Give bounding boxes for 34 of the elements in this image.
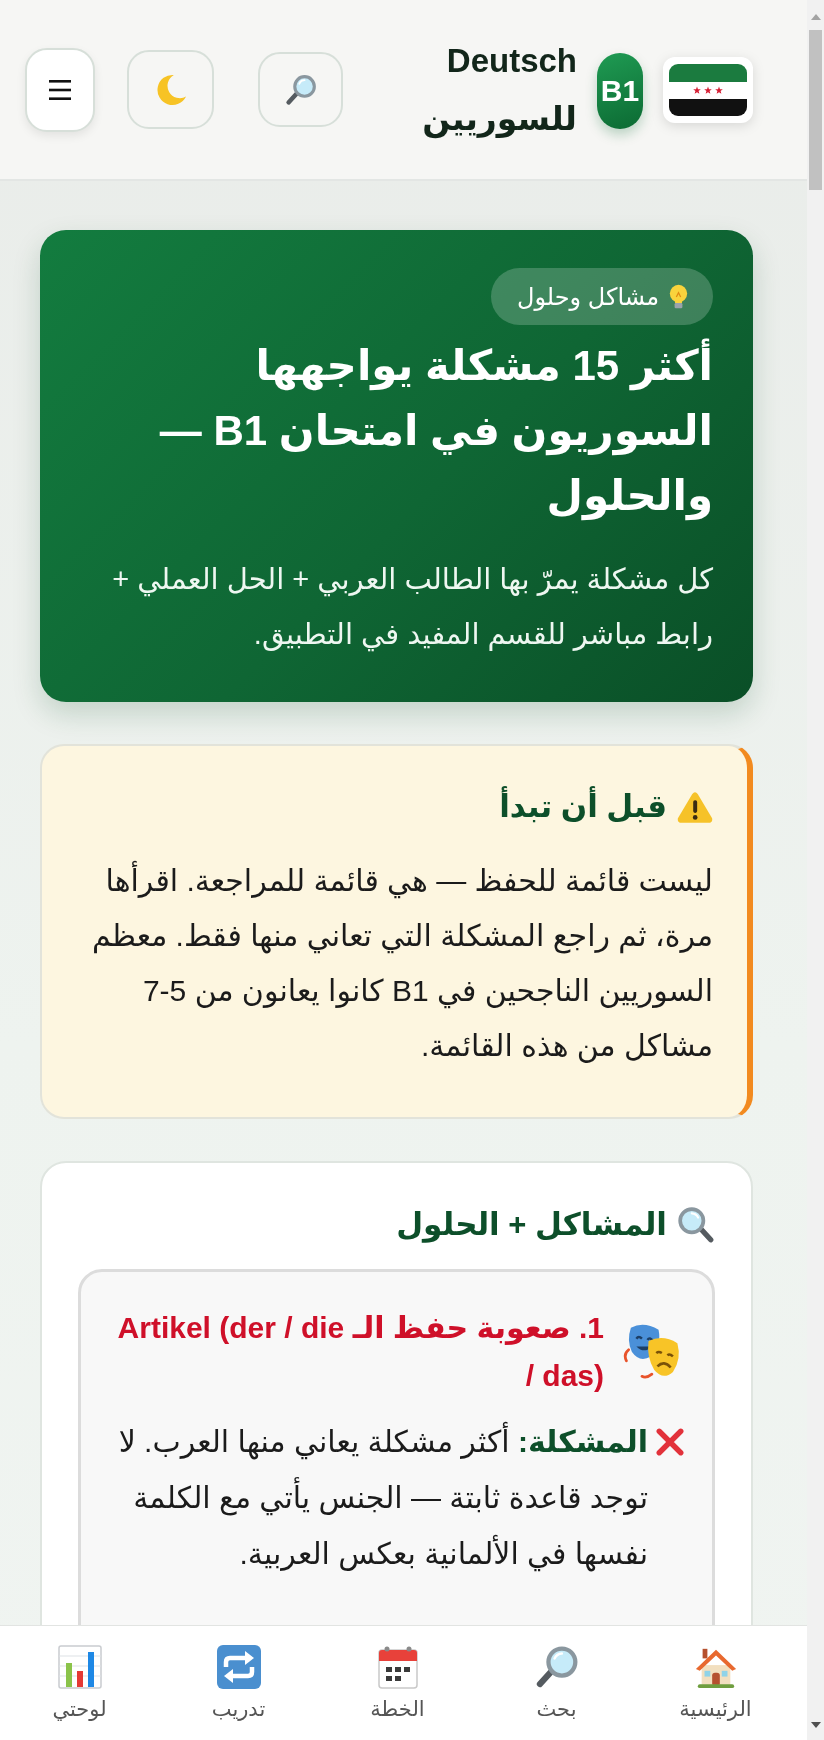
section-title: المشاكل + الحلول <box>396 1206 667 1245</box>
repeat-arrows-icon <box>216 1645 261 1689</box>
search-button[interactable] <box>258 52 343 127</box>
flag-icon <box>663 56 753 123</box>
nav-tab[interactable]: بحث <box>534 1645 579 1721</box>
notice-text: ليست قائمة للحفظ — هي قائمة للمراجعة. اقرأها مرة، ثم راجع المشكلة التي تعاني منها فقط. معظم السوريين الناجحين في B1 كانوا يعانون من 5-7 مشاكل من هذه القائمة. <box>78 853 713 1073</box>
nav-tab[interactable]: الخطة <box>370 1645 425 1721</box>
bar-chart-icon <box>57 1645 102 1689</box>
theme-toggle-button[interactable] <box>127 50 214 129</box>
level-badge: B1 <box>597 52 643 129</box>
lightbulb-icon <box>668 283 689 310</box>
problem-description: المشكلة: أكثر مشكلة يعاني منها العرب. لا توجد قاعدة ثابتة — الجنس يأتي مع الكلمة نفسها في الألمانية بعكس العربية. <box>109 1414 648 1582</box>
problem-title: 1. صعوبة حفظ الـ Artikel (der / die / das) <box>116 1310 604 1394</box>
calendar-icon <box>375 1645 420 1689</box>
search-icon <box>534 1645 579 1689</box>
moon-icon <box>154 73 187 106</box>
nav-tab[interactable]: لوحتي <box>52 1645 107 1721</box>
notice-title: قبل أن تبدأ <box>499 785 667 829</box>
nav-tab[interactable]: الرئيسية <box>679 1645 752 1721</box>
scrollbar-thumb[interactable] <box>809 30 822 190</box>
scroll-down-icon[interactable] <box>810 1722 821 1728</box>
cross-icon <box>656 1428 684 1456</box>
scroll-up-icon[interactable] <box>810 14 821 20</box>
category-label: مشاكل وحلول <box>516 282 659 311</box>
warning-icon <box>677 790 713 824</box>
search-icon <box>677 1206 715 1244</box>
nav-tab[interactable]: تدريب <box>211 1645 266 1721</box>
hero-title: أكثر 15 مشكلة يواجهها السوريون في امتحان B1 — والحلول <box>84 333 713 528</box>
app-title: Deutsch للسوريين <box>422 40 577 141</box>
scrollbar-track[interactable] <box>807 0 824 1740</box>
menu-button[interactable] <box>25 47 95 132</box>
search-icon <box>284 73 317 106</box>
menu-icon <box>49 79 71 100</box>
hero-subtitle: كل مشكلة يمرّ بها الطالب العربي + الحل العملي + رابط مباشر للقسم المفيد في التطبيق. <box>111 562 713 654</box>
